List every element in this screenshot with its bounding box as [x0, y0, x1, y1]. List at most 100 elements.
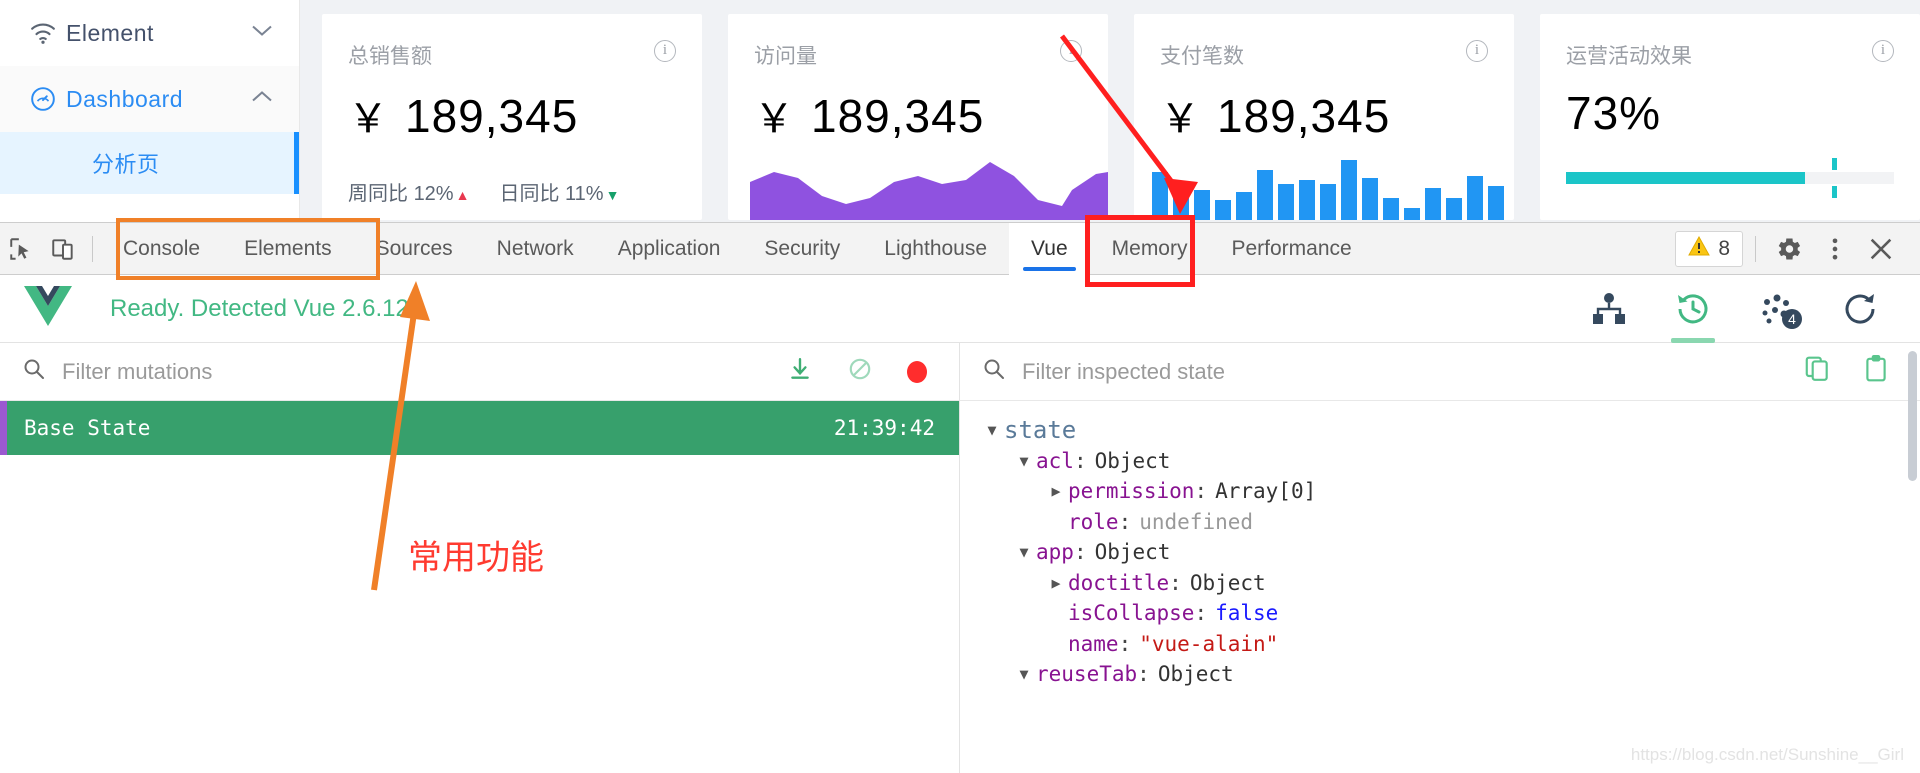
clipboard-icon[interactable]	[1864, 355, 1888, 388]
kebab-menu-icon[interactable]	[1814, 228, 1856, 270]
tab-network[interactable]: Network	[475, 223, 596, 275]
state-filter-bar	[960, 343, 1920, 401]
state-value: Object	[1189, 570, 1266, 595]
stat-card-total-sales[interactable]: 总销售额 i ￥ 189,345 周同比 12% ▲ 日同比 11% ▼	[322, 14, 702, 220]
stat-card-campaign[interactable]: 运营活动效果 i 73%	[1540, 14, 1920, 220]
state-tree-row[interactable]: ▼ app: Object	[960, 537, 1920, 568]
chevron-right-icon[interactable]: ▶	[1044, 476, 1068, 507]
components-tree-icon[interactable]	[1582, 283, 1636, 335]
devtools-panel: Console Elements Sources Network Applica…	[0, 222, 1920, 773]
device-toolbar-icon[interactable]	[42, 228, 84, 270]
card-title: 总销售额	[348, 45, 432, 68]
state-tree-row[interactable]: ▼ reuseTab: Object	[960, 659, 1920, 690]
inspect-element-icon[interactable]	[0, 228, 42, 270]
state-colon: :	[1073, 540, 1087, 564]
tab-memory[interactable]: Memory	[1090, 223, 1210, 275]
progress-track	[1566, 158, 1894, 198]
toolbar-divider-right	[1755, 235, 1756, 262]
state-pane-scrollbar[interactable]	[1908, 351, 1917, 481]
state-value: undefined	[1139, 509, 1254, 534]
chevron-down-icon[interactable]	[251, 24, 273, 43]
chevron-down-icon[interactable]: ▼	[980, 415, 1004, 446]
bar-chart-sparkline	[1152, 160, 1504, 220]
sidebar-logo-label: Element	[66, 19, 154, 46]
state-actions	[1804, 355, 1898, 388]
card-value: 73%	[1566, 86, 1894, 140]
info-icon[interactable]: i	[1466, 40, 1488, 62]
tab-sources[interactable]: Sources	[354, 223, 475, 275]
screenshot-root: Element Dashboard 分析页 总销售额 i ￥ 189,345 周…	[0, 0, 1920, 773]
chevron-down-icon[interactable]: ▼	[1012, 659, 1036, 690]
mutations-pane: Base State 21:39:42	[0, 343, 960, 773]
stat-card-payments[interactable]: 支付笔数 i ￥ 189,345	[1134, 14, 1514, 220]
vue-devtools-header: Ready. Detected Vue 2.6.12. 4	[0, 275, 1920, 343]
state-key: isCollapse	[1068, 601, 1195, 625]
wifi-icon	[26, 22, 60, 44]
filter-mutations-input[interactable]	[62, 358, 482, 385]
trend-down-icon: ▼	[605, 187, 620, 203]
state-value: Object	[1094, 540, 1171, 564]
refresh-icon[interactable]	[1834, 283, 1888, 335]
application-preview: Element Dashboard 分析页 总销售额 i ￥ 189,345 周…	[0, 0, 1920, 222]
currency-symbol: ￥	[1160, 97, 1201, 141]
warning-triangle-icon	[1688, 235, 1711, 262]
gear-icon[interactable]	[1768, 228, 1810, 270]
record-icon[interactable]	[907, 360, 927, 383]
tab-elements[interactable]: Elements	[222, 223, 354, 275]
search-icon	[22, 357, 46, 386]
progress-marker-bottom	[1831, 186, 1837, 198]
state-tree-row[interactable]: ▶ name: "vue-alain"	[960, 629, 1920, 660]
tab-vue[interactable]: Vue	[1009, 222, 1090, 275]
mutation-list-item[interactable]: Base State 21:39:42	[0, 401, 959, 455]
tab-performance[interactable]: Performance	[1209, 223, 1373, 275]
events-icon[interactable]: 4	[1750, 283, 1804, 335]
tree-spacer: ▶	[1044, 507, 1068, 538]
state-tree-row[interactable]: ▶ isCollapse: false	[960, 598, 1920, 629]
card-value: ￥ 189,345	[754, 86, 1082, 144]
state-colon: :	[1118, 509, 1132, 534]
state-key: doctitle	[1068, 570, 1170, 595]
card-title: 运营活动效果	[1566, 45, 1692, 68]
chevron-down-icon[interactable]: ▼	[1012, 537, 1036, 568]
stat-card-visits[interactable]: 访问量 i ￥ 189,345	[728, 14, 1108, 220]
state-tree-row[interactable]: ▶ doctitle: Object	[960, 568, 1920, 599]
info-icon[interactable]: i	[1060, 40, 1082, 62]
state-tree-row[interactable]: ▼ acl: Object	[960, 446, 1920, 477]
state-value: false	[1215, 601, 1279, 625]
state-key: permission	[1068, 479, 1195, 503]
export-icon[interactable]	[787, 356, 813, 387]
card-title: 访问量	[754, 45, 817, 68]
state-tree-row[interactable]: ▶ role: undefined	[960, 507, 1920, 538]
tab-application[interactable]: Application	[596, 223, 743, 275]
stat-cards: 总销售额 i ￥ 189,345 周同比 12% ▲ 日同比 11% ▼ 访问量 i …	[322, 14, 1920, 220]
copy-icon[interactable]	[1804, 355, 1830, 388]
state-key: role	[1068, 509, 1119, 534]
area-chart-sparkline	[750, 162, 1108, 220]
clear-icon[interactable]	[847, 356, 873, 387]
warning-count-badge[interactable]: 8	[1675, 230, 1743, 267]
chevron-right-icon[interactable]: ▶	[1044, 568, 1068, 599]
tab-console[interactable]: Console	[101, 223, 222, 275]
state-value: "vue-alain"	[1139, 631, 1279, 656]
card-value: ￥ 189,345	[348, 86, 676, 144]
tab-security[interactable]: Security	[742, 223, 862, 275]
sidebar-item-analysis[interactable]: 分析页	[0, 132, 299, 194]
filter-inspected-state-input[interactable]	[1022, 358, 1442, 385]
tab-lighthouse[interactable]: Lighthouse	[862, 223, 1009, 275]
state-tree-row[interactable]: ▶ permission: Array[0]	[960, 476, 1920, 507]
devtools-toolbar-right: 8	[1675, 228, 1920, 270]
chevron-down-icon[interactable]: ▼	[1012, 446, 1036, 477]
info-icon[interactable]: i	[1872, 40, 1894, 62]
state-colon: :	[1118, 631, 1132, 656]
sidebar-item-label: Dashboard	[66, 85, 184, 112]
sidebar-item-dashboard[interactable]: Dashboard	[0, 66, 299, 132]
state-colon: :	[1169, 570, 1182, 595]
info-icon[interactable]: i	[654, 40, 676, 62]
state-tree-row[interactable]: ▼ state	[960, 415, 1920, 446]
mutation-name: Base State	[24, 416, 151, 440]
close-icon[interactable]	[1860, 228, 1902, 270]
card-amount: 189,345	[1217, 90, 1391, 142]
chevron-up-icon[interactable]	[251, 90, 273, 109]
sidebar-logo-row[interactable]: Element	[0, 0, 299, 66]
vuex-history-icon[interactable]	[1666, 283, 1720, 343]
